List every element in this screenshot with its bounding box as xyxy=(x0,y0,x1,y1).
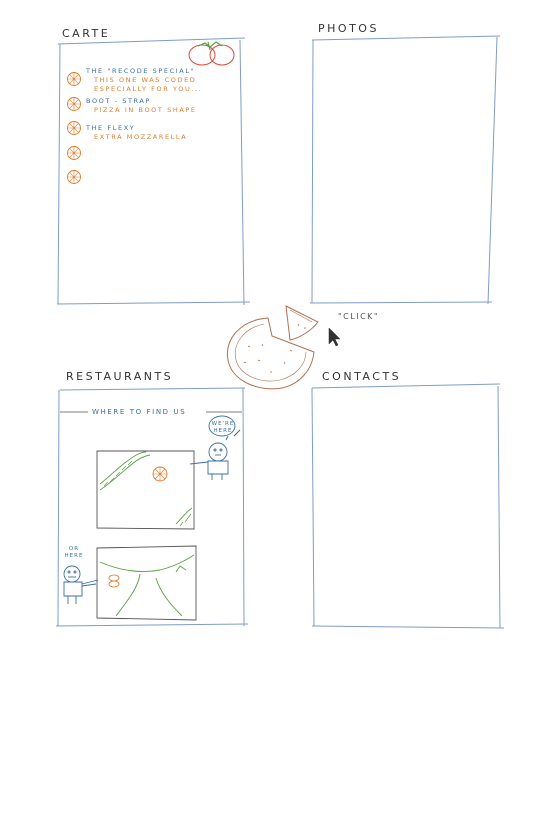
restaurants-heading: Restaurants xyxy=(66,370,174,383)
photos-panel xyxy=(309,35,501,305)
pizza-icon[interactable] xyxy=(66,169,82,185)
speech-bubble-text: Or here xyxy=(64,546,84,559)
menu-item-desc: Pizza in Boot shape xyxy=(94,106,197,114)
contacts-panel xyxy=(311,383,505,629)
pizza-icon[interactable] xyxy=(66,145,82,161)
click-label: "Click" xyxy=(338,312,380,321)
speech-bubble-text: We're here xyxy=(211,421,235,434)
map-top[interactable] xyxy=(96,450,195,530)
tomato-icon xyxy=(188,41,235,66)
menu-item-title[interactable]: Boot - Strap xyxy=(86,97,151,106)
menu-item-title[interactable]: The Flexy xyxy=(86,124,135,133)
contacts-heading: Contacts xyxy=(322,370,402,383)
pizza-icon[interactable] xyxy=(66,71,82,87)
menu-item-desc: especially for you... xyxy=(94,85,203,93)
cursor-icon xyxy=(328,327,341,347)
where-to-find-us-label: Where to find us xyxy=(92,408,187,416)
person-icon xyxy=(63,565,99,604)
carte-heading: Carte xyxy=(62,27,111,40)
pizza-logo-icon[interactable] xyxy=(226,305,319,390)
pizza-icon[interactable] xyxy=(66,120,82,136)
menu-item-desc: Extra mozzarella xyxy=(94,133,188,141)
photos-heading: Photos xyxy=(318,22,379,35)
menu-item-title[interactable]: The "Recode Special" xyxy=(86,67,195,76)
wireframe-canvas xyxy=(55,35,505,629)
menu-item-desc: This one was coded xyxy=(94,76,197,84)
pizza-icon[interactable] xyxy=(66,96,82,112)
map-bottom[interactable] xyxy=(96,545,197,621)
